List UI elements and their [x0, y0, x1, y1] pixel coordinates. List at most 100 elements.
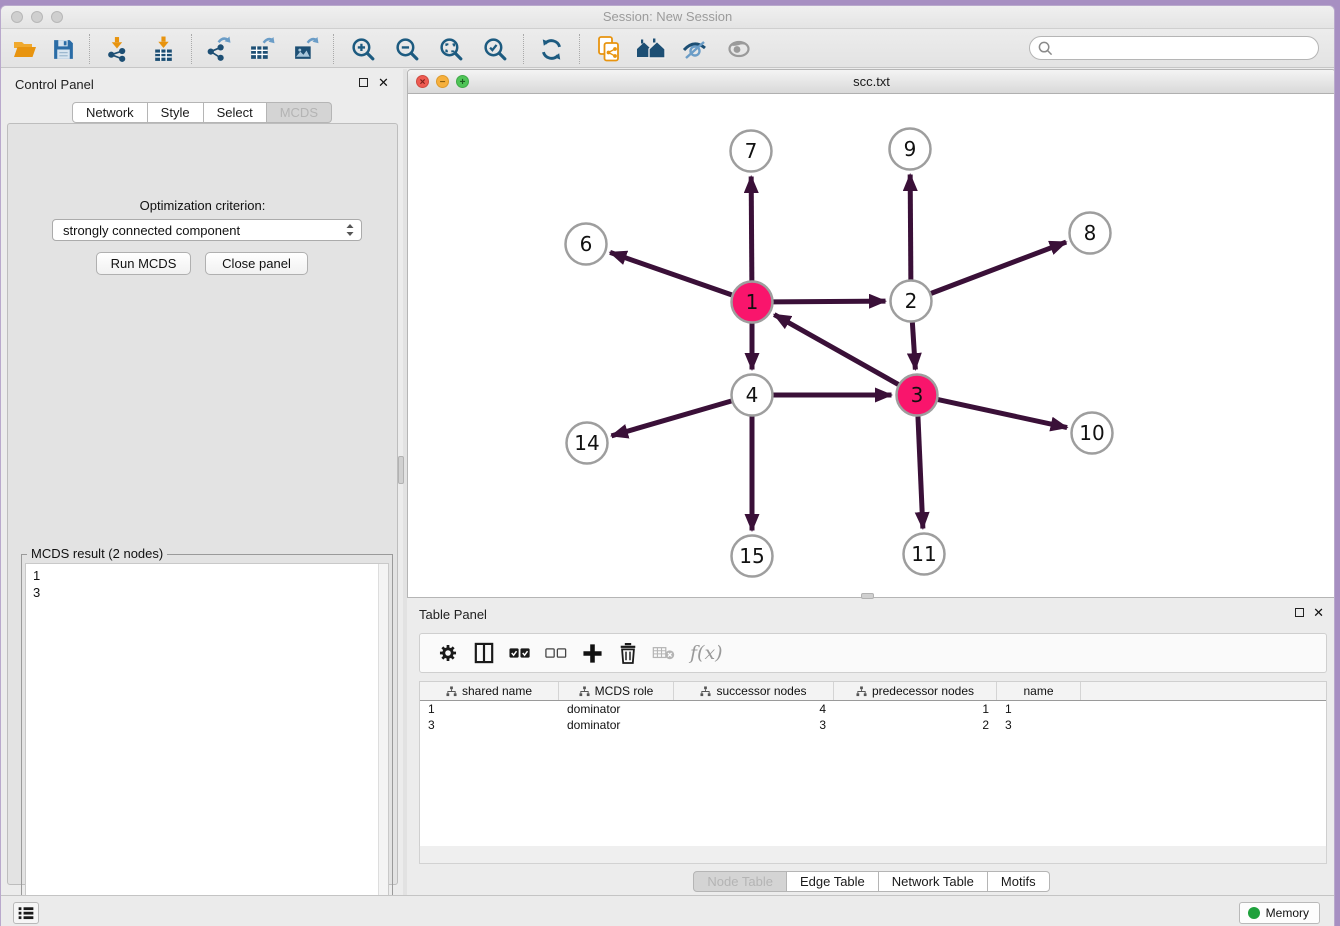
table-row[interactable]: 1dominator411 [420, 701, 1326, 717]
open-session-icon[interactable] [9, 33, 41, 65]
edge-4-14[interactable] [611, 401, 731, 436]
import-table-icon[interactable] [147, 33, 179, 65]
edge-1-7[interactable] [751, 176, 752, 280]
import-network-icon[interactable] [101, 33, 133, 65]
table-cell[interactable]: 1 [834, 701, 997, 717]
function-builder-icon[interactable]: f(x) [690, 642, 723, 664]
zoom-out-icon[interactable] [391, 33, 423, 65]
select-all-checkboxes-icon[interactable] [502, 637, 538, 669]
table-row[interactable]: 3dominator323 [420, 717, 1326, 733]
table-tab-edge-table[interactable]: Edge Table [787, 871, 879, 892]
node-15[interactable]: 15 [732, 536, 773, 577]
show-panels-icon[interactable] [723, 33, 755, 65]
edge-2-9[interactable] [910, 174, 911, 279]
table-cell[interactable]: 3 [420, 717, 559, 733]
mcds-result-text[interactable]: 13 [25, 563, 389, 926]
node-10[interactable]: 10 [1072, 413, 1113, 454]
node-11[interactable]: 11 [904, 534, 945, 575]
edge-3-1[interactable] [774, 315, 898, 385]
table-cell[interactable]: 4 [674, 701, 834, 717]
table-cell[interactable]: 3 [997, 717, 1081, 733]
float-table-panel-icon[interactable] [1295, 608, 1304, 617]
table-body: 1dominator4113dominator323 [420, 701, 1326, 733]
zoom-in-icon[interactable] [347, 33, 379, 65]
split-view-icon[interactable] [466, 637, 502, 669]
table-horizontal-scrollbar[interactable] [419, 846, 1327, 864]
table-cell[interactable]: 2 [834, 717, 997, 733]
table-cell[interactable]: dominator [559, 701, 674, 717]
table-tab-node-table[interactable]: Node Table [693, 871, 787, 892]
tab-select[interactable]: Select [204, 102, 267, 123]
vertical-splitter-handle[interactable] [398, 456, 404, 484]
edge-3-11[interactable] [918, 416, 923, 528]
column-header-successor-nodes[interactable]: successor nodes [674, 682, 834, 700]
node-8[interactable]: 8 [1070, 213, 1111, 254]
search-input[interactable] [1058, 41, 1318, 56]
criterion-select[interactable]: strongly connected component [52, 219, 362, 241]
deselect-all-checkboxes-icon[interactable] [538, 637, 574, 669]
node-6[interactable]: 6 [566, 224, 607, 265]
home-layout-icon[interactable] [635, 33, 667, 65]
delete-table-icon[interactable] [646, 637, 682, 669]
column-header-MCDS-role[interactable]: MCDS role [559, 682, 674, 700]
network-view-title: scc.txt [408, 74, 1335, 89]
edge-2-3[interactable] [912, 322, 915, 369]
node-2[interactable]: 2 [891, 281, 932, 322]
network-canvas[interactable]: 7 9 6 8 1 2 4 3 14 10 15 11 [408, 95, 1335, 597]
export-network-icon[interactable] [201, 33, 233, 65]
node-7[interactable]: 7 [731, 131, 772, 172]
edge-1-6[interactable] [610, 252, 732, 294]
run-mcds-button[interactable]: Run MCDS [96, 252, 191, 275]
node-1[interactable]: 1 [732, 282, 773, 323]
save-session-icon[interactable] [47, 33, 79, 65]
node-14[interactable]: 14 [567, 423, 608, 464]
tab-network[interactable]: Network [72, 102, 148, 123]
refresh-view-icon[interactable] [535, 33, 567, 65]
export-table-icon[interactable] [245, 33, 277, 65]
node-3[interactable]: 3 [897, 375, 938, 416]
table-header-row: shared nameMCDS rolesuccessor nodesprede… [420, 682, 1326, 701]
column-header-name[interactable]: name [997, 682, 1081, 700]
control-panel-tabs: NetworkStyleSelectMCDS [1, 102, 403, 123]
table-cell[interactable]: 1 [420, 701, 559, 717]
settings-gear-icon[interactable] [430, 637, 466, 669]
tab-style[interactable]: Style [148, 102, 204, 123]
node-9[interactable]: 9 [890, 129, 931, 170]
close-panel-icon[interactable]: ✕ [378, 78, 389, 88]
horizontal-splitter-handle[interactable] [861, 593, 874, 599]
export-image-icon[interactable] [289, 33, 321, 65]
copy-network-view-icon[interactable] [593, 33, 625, 65]
mcds-result-lines: 13 [26, 564, 388, 601]
zoom-fit-icon[interactable] [435, 33, 467, 65]
edge-2-8[interactable] [931, 242, 1066, 293]
table-tab-network-table[interactable]: Network Table [879, 871, 988, 892]
edge-3-10[interactable] [938, 400, 1067, 428]
memory-status-icon [1248, 907, 1260, 919]
network-view-titlebar[interactable]: × − + scc.txt [408, 70, 1335, 94]
close-panel-button[interactable]: Close panel [205, 252, 308, 275]
search-field[interactable] [1029, 36, 1319, 60]
toolbar-separator [191, 34, 192, 64]
task-history-button[interactable] [13, 902, 39, 924]
float-panel-icon[interactable] [359, 78, 368, 87]
table-cell[interactable]: 1 [997, 701, 1081, 717]
delete-column-icon[interactable] [610, 637, 646, 669]
svg-text:3: 3 [911, 383, 924, 407]
table-cell[interactable]: dominator [559, 717, 674, 733]
column-header-predecessor-nodes[interactable]: predecessor nodes [834, 682, 997, 700]
add-column-icon[interactable] [574, 637, 610, 669]
node-table[interactable]: shared nameMCDS rolesuccessor nodesprede… [419, 681, 1327, 864]
hide-panels-icon[interactable] [679, 33, 711, 65]
close-table-panel-icon[interactable]: ✕ [1313, 608, 1324, 618]
memory-button[interactable]: Memory [1239, 902, 1320, 924]
control-panel-title: Control Panel [15, 77, 94, 92]
result-scrollbar[interactable] [378, 564, 388, 926]
table-cell[interactable]: 3 [674, 717, 834, 733]
column-header-shared-name[interactable]: shared name [420, 682, 559, 700]
tab-mcds[interactable]: MCDS [267, 102, 332, 123]
edge-1-2[interactable] [773, 301, 885, 302]
window-title: Session: New Session [1, 9, 1334, 24]
node-4[interactable]: 4 [732, 375, 773, 416]
zoom-selected-icon[interactable] [479, 33, 511, 65]
table-tab-motifs[interactable]: Motifs [988, 871, 1050, 892]
